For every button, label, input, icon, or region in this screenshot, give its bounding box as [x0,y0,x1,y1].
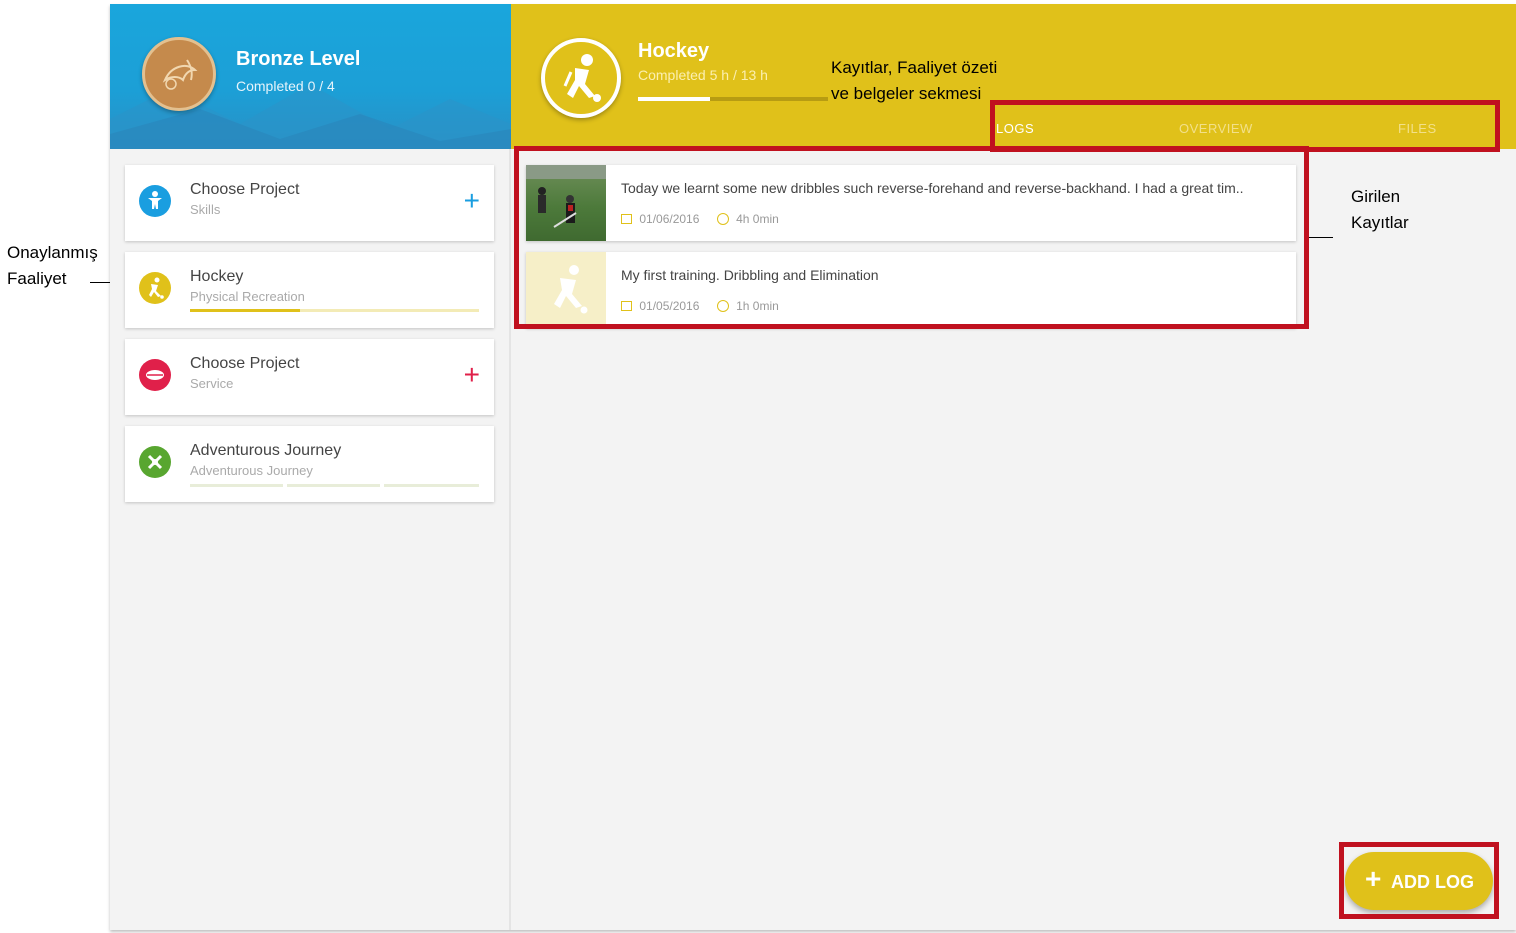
highlight-logs [514,146,1309,329]
annotation-entered-logs: Girilen Kayıtlar [1351,187,1409,232]
annotation-approved-activity: Onaylanmış Faaliyet [7,243,98,288]
sidebar-item-subtitle: Skills [190,202,221,217]
hockey-progress-bar [190,309,479,312]
sidebar-item-title: Adventurous Journey [190,442,342,459]
sidebar-item-subtitle: Adventurous Journey [190,463,313,478]
annotation-line-logs [1308,237,1333,238]
activity-title: Hockey [638,40,710,62]
sidebar-item-skills[interactable]: Choose Project Skills + [125,165,494,241]
service-lips-icon [139,359,171,391]
journey-progress-segments [190,484,479,487]
level-header: Bronze Level Completed 0 / 4 [110,4,511,149]
highlight-add-log [1339,842,1499,919]
sidebar-item-subtitle: Service [190,376,234,391]
sidebar-item-journey[interactable]: Adventurous Journey Adventurous Journey [125,426,494,502]
hockey-badge-icon [541,38,621,118]
activity-progress-bar [638,97,828,101]
bronze-badge-icon [142,37,216,111]
sidebar-item-service[interactable]: Choose Project Service + [125,339,494,415]
level-title: Bronze Level [236,48,361,70]
sidebar-item-hockey[interactable]: Hockey Physical Recreation [125,252,494,328]
annotation-line-approved [90,282,110,283]
add-skills-project-icon[interactable]: + [464,187,480,215]
sidebar-item-title: Choose Project [190,355,300,372]
sidebar-item-title: Hockey [190,268,244,285]
annotation-tabs-note: Kayıtlar, Faaliyet özeti ve belgeler sek… [831,58,998,103]
level-subtitle: Completed 0 / 4 [236,78,335,94]
journey-icon [139,446,171,478]
add-service-project-icon[interactable]: + [464,361,480,389]
hockey-icon [139,272,171,304]
sidebar-item-title: Choose Project [190,181,300,198]
highlight-tabs [990,100,1500,152]
activity-subtitle: Completed 5 h / 13 h [638,67,768,83]
skills-icon [139,185,171,217]
panel-divider [509,149,511,930]
sidebar-item-subtitle: Physical Recreation [190,289,305,304]
